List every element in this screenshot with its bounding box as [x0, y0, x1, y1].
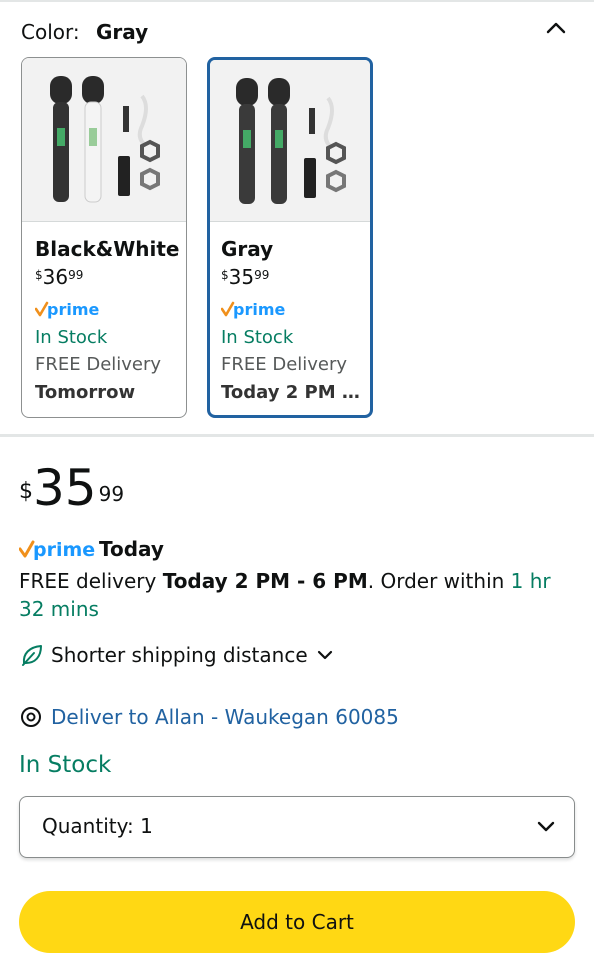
prime-text: prime — [233, 300, 285, 319]
location-pin-icon — [21, 707, 41, 727]
delivery-prefix: FREE delivery — [19, 569, 163, 593]
price-cents: 99 — [254, 268, 270, 282]
add-to-cart-button[interactable]: Add to Cart — [19, 891, 575, 953]
deliver-to-link[interactable]: Deliver to Allan - Waukegan 60085 — [19, 703, 399, 731]
option-delivery-date: Tomorrow — [35, 382, 136, 403]
deliver-to-label: Deliver to Allan - Waukegan 60085 — [51, 705, 399, 729]
prime-today-label: Today — [99, 537, 164, 561]
prime-logo-icon: prime — [18, 539, 95, 561]
top-divider — [0, 0, 594, 2]
price-currency: $ — [19, 479, 33, 504]
option-stock-status: In Stock — [35, 327, 108, 348]
option-stock-status: In Stock — [221, 327, 294, 348]
prime-text: prime — [33, 539, 95, 561]
delivery-window: Today 2 PM - 6 PM — [162, 569, 368, 593]
color-option-black-white[interactable]: Black&White $3699 prime In Stock FREE De… — [21, 57, 187, 418]
quantity-label-text: Quantity: — [42, 814, 134, 838]
quantity-label: Quantity: 1 — [42, 814, 153, 838]
microphone-set-image — [236, 78, 346, 204]
prime-logo-icon: prime — [34, 300, 100, 319]
quantity-select[interactable]: Quantity: 1 — [19, 796, 575, 858]
price-cents: 99 — [68, 268, 84, 282]
price-currency: $ — [35, 268, 43, 282]
product-thumbnail — [210, 60, 370, 222]
selected-color-value: Gray — [95, 20, 149, 44]
delivery-mid: . Order within — [367, 569, 511, 593]
option-delivery-date: Today 2 PM … — [221, 382, 360, 403]
shorter-shipping-toggle[interactable]: Shorter shipping distance — [19, 641, 334, 669]
price-whole: 35 — [33, 459, 97, 517]
option-delivery: FREE Delivery — [35, 354, 162, 375]
price-cents: 99 — [98, 482, 125, 506]
chevron-up-icon[interactable] — [544, 18, 568, 38]
shorter-shipping-label: Shorter shipping distance — [51, 643, 308, 667]
price-whole: 35 — [228, 265, 255, 289]
prime-text: prime — [47, 300, 99, 319]
color-option-gray[interactable]: Gray $3599 prime In Stock FREE Delivery … — [207, 57, 373, 418]
quantity-value: 1 — [140, 814, 153, 838]
stock-status: In Stock — [19, 752, 112, 778]
microphone-set-image — [50, 76, 160, 203]
product-thumbnail — [22, 58, 186, 222]
option-price: $3699 — [35, 264, 186, 290]
prime-logo-icon: prime — [220, 300, 286, 319]
leaf-icon — [22, 645, 42, 666]
option-name: Black&White — [35, 237, 180, 261]
option-price: $3599 — [221, 264, 370, 290]
section-divider — [0, 434, 594, 437]
product-price: $35 99 — [19, 460, 124, 516]
color-label: Color: — [21, 20, 80, 44]
delivery-message: FREE delivery Today 2 PM - 6 PM. Order w… — [19, 567, 579, 623]
price-whole: 36 — [42, 265, 69, 289]
chevron-down-icon — [317, 650, 332, 660]
prime-delivery-badge: prime Today — [18, 537, 164, 563]
option-name: Gray — [221, 237, 274, 261]
price-currency: $ — [221, 268, 229, 282]
color-selector-header: Color: Gray — [21, 20, 148, 44]
option-delivery: FREE Delivery — [221, 354, 348, 375]
chevron-down-icon — [537, 821, 555, 832]
